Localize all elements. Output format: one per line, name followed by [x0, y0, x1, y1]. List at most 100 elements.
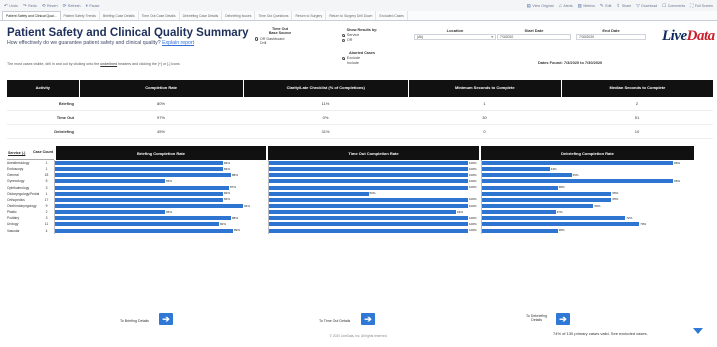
column-header-clarity[interactable]: Clarity/Late Checklist (% of Completions… [243, 80, 408, 97]
timeout-bar[interactable] [269, 191, 369, 196]
tab-time-out-questions[interactable]: Time Out Questions [255, 11, 293, 20]
to-timeout-button[interactable]: ➔ [361, 313, 375, 325]
tab-debriefing-issues[interactable]: Debriefing Issues [222, 11, 256, 20]
briefing-data-label: 88% [232, 172, 239, 177]
radio-drill[interactable]: Drill [255, 41, 305, 46]
service-header[interactable]: Service (-) Case Count [7, 146, 54, 160]
service-name[interactable]: Endoscopy [7, 167, 39, 171]
revert-button[interactable]: ⟲ Revert [42, 3, 58, 9]
debriefing-bar[interactable] [482, 210, 556, 215]
timeout-bar[interactable] [269, 167, 468, 172]
comments-button[interactable]: ☐ Comments [662, 3, 685, 9]
service-name[interactable]: Vascular [7, 229, 39, 233]
debriefing-bar[interactable] [482, 216, 626, 221]
alerts-button[interactable]: ♫ Alerts [559, 3, 573, 8]
explain-report-link[interactable]: Explain report [162, 40, 194, 46]
tab-time-out-case-details[interactable]: Time Out Case Details [139, 11, 180, 20]
radio-or[interactable]: OR [342, 38, 382, 43]
briefing-bar[interactable] [55, 203, 243, 208]
briefing-bar[interactable] [55, 228, 233, 233]
view-original-button[interactable]: ▤ View Original [527, 3, 554, 9]
debriefing-bar[interactable] [482, 167, 550, 172]
briefing-bar[interactable] [55, 197, 223, 202]
timeout-bar[interactable] [269, 216, 468, 221]
column-header-min-seconds[interactable]: Minimum Seconds to Complete [408, 80, 561, 97]
start-date-input[interactable]: 7/3/2020 [497, 34, 571, 40]
debriefing-bar[interactable] [482, 222, 640, 227]
column-header-completion-rate[interactable]: Completion Rate [79, 80, 243, 97]
service-name[interactable]: Urology [7, 222, 39, 226]
debriefing-bar[interactable] [482, 161, 674, 165]
timeout-bar[interactable] [269, 173, 468, 178]
briefing-bar[interactable] [55, 216, 231, 221]
briefing-bar[interactable] [55, 173, 231, 178]
debriefing-bar[interactable] [482, 185, 558, 190]
service-name[interactable]: Ophthalmology [7, 186, 39, 190]
column-header-activity[interactable]: Activity [7, 80, 79, 97]
debriefing-bar[interactable] [482, 203, 594, 208]
briefing-data-label: 89% [234, 228, 241, 233]
activity-cell: Briefing [58, 101, 74, 106]
service-name[interactable]: General [7, 173, 39, 177]
alerts-icon: ♫ [558, 3, 562, 8]
tab-patient-safety-trends[interactable]: Patient Safety Trends [61, 11, 100, 20]
timeout-data-label: 94% [457, 209, 464, 214]
tab-return-to-surgery-drill-down[interactable]: Return to Surgery Drill Down [326, 11, 377, 20]
column-header-median-seconds[interactable]: Median Seconds to Complete [561, 80, 714, 97]
service-name[interactable]: Otolaryngology/Pediatric [7, 192, 39, 196]
timeout-bar[interactable] [269, 228, 468, 233]
timeout-bar[interactable] [269, 210, 457, 215]
metrics-button[interactable]: ▥ Metrics [578, 3, 595, 9]
debriefing-bar[interactable] [482, 179, 674, 184]
timeout-data-label: 100% [469, 215, 477, 220]
tab-excluded-cases[interactable]: Excluded Cases [376, 11, 408, 20]
tab-debriefing-case-details[interactable]: Debriefing Case Details [180, 11, 223, 20]
location-select[interactable]: (All) ▾ [414, 34, 496, 40]
timeout-bar[interactable] [269, 161, 468, 165]
service-name[interactable]: Plastic [7, 210, 39, 214]
full-screen-button[interactable]: ⛶ Full Screen [690, 3, 713, 8]
briefing-bar[interactable] [55, 185, 229, 190]
tab-return-to-surgery[interactable]: Return to Surgery [292, 11, 327, 20]
service-name[interactable]: Otorhinolaryngology [7, 204, 39, 208]
tab-strip: Patient Safety and Clinical Qual... Patie… [0, 11, 717, 21]
to-debriefing-button[interactable]: ➔ [556, 313, 570, 325]
case-count: 1 [45, 161, 48, 166]
tab-briefing-case-details[interactable]: Briefing Case Details [100, 11, 139, 20]
briefing-data-label: 88% [232, 215, 239, 220]
briefing-bar[interactable] [55, 167, 223, 172]
refresh-button[interactable]: ⟳ Refresh [63, 3, 81, 9]
end-date-input[interactable]: 7/30/2020 [576, 34, 646, 40]
share-button[interactable]: ⇪ Share [616, 3, 631, 9]
briefing-bar[interactable] [55, 161, 223, 165]
pause-button[interactable]: ⏸ Pause [86, 3, 100, 8]
redo-button[interactable]: ↷ Redo [23, 3, 37, 9]
timeout-bar[interactable] [269, 222, 468, 227]
timeout-bar[interactable] [269, 203, 468, 208]
briefing-bar[interactable] [55, 179, 165, 184]
radio-include[interactable]: Include [342, 61, 382, 66]
timeout-bar[interactable] [269, 185, 468, 190]
briefing-bar[interactable] [55, 191, 223, 196]
tab-patient-safety-and-clinical-qual[interactable]: Patient Safety and Clinical Qual... [2, 11, 61, 20]
livedata-logo: LiveData [662, 28, 715, 44]
timeout-bar[interactable] [269, 179, 468, 184]
to-briefing-button[interactable]: ➔ [159, 313, 173, 325]
undo-icon: ↶ [4, 2, 8, 8]
service-drill-link[interactable]: Service (-) [8, 151, 25, 155]
undo-button[interactable]: ↶ Undo [4, 3, 18, 9]
briefing-bar[interactable] [55, 210, 165, 215]
service-name[interactable]: Orthopedics [7, 198, 39, 202]
timeout-bar[interactable] [269, 197, 468, 202]
debriefing-bar[interactable] [482, 173, 572, 178]
edit-button[interactable]: ✎ Edit [600, 3, 611, 9]
debriefing-bar[interactable] [482, 197, 612, 202]
debriefing-bar[interactable] [482, 228, 558, 233]
debriefing-bar[interactable] [482, 191, 612, 196]
service-name[interactable]: Gynecology [7, 179, 39, 183]
service-name[interactable]: Podiatry [7, 216, 39, 220]
download-button[interactable]: ▽ Download [636, 3, 657, 9]
service-name[interactable]: Anesthesiology [7, 161, 39, 165]
pause-icon: ⏸ [85, 3, 88, 8]
briefing-bar[interactable] [55, 222, 219, 227]
